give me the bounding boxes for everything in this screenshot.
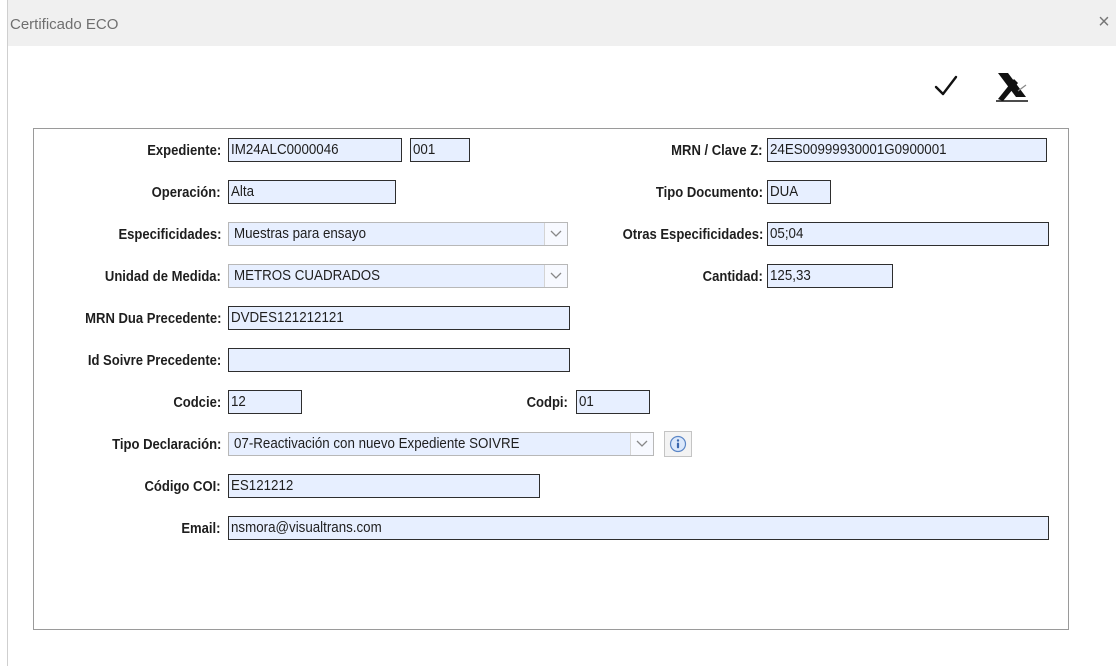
title-bar: Certificado ECO × — [8, 0, 1116, 46]
expediente-input[interactable]: IM24ALC0000046 — [228, 138, 402, 162]
id-soivre-precedente-input[interactable] — [228, 348, 570, 372]
codcie-input[interactable]: 12 — [228, 390, 302, 414]
label-tipo-declaracion: Tipo Declaración: — [111, 437, 221, 453]
label-otras-especificidades: Otras Especificidades: — [622, 227, 763, 243]
cantidad-input[interactable]: 125,33 — [767, 264, 893, 288]
codcie-value: 12 — [231, 394, 246, 410]
expediente-suffix-input[interactable]: 001 — [410, 138, 470, 162]
accept-button[interactable] — [926, 66, 966, 106]
especificidades-select[interactable]: Muestras para ensayo — [228, 222, 568, 246]
tipo-documento-value: DUA — [770, 184, 799, 200]
cancel-button[interactable] — [992, 66, 1032, 106]
window-title: Certificado ECO — [10, 16, 119, 33]
info-icon — [669, 435, 687, 453]
checkmark-icon — [934, 75, 958, 96]
window-border — [7, 0, 8, 666]
mrn-clave-input[interactable]: 24ES00999930001G0900001 — [767, 138, 1047, 162]
label-especificidades: Especificidades: — [118, 227, 221, 243]
expediente-suffix-value: 001 — [413, 142, 436, 158]
otras-especificidades-value: 05;04 — [770, 226, 804, 242]
otras-especificidades-input[interactable]: 05;04 — [767, 222, 1049, 246]
label-codcie: Codcie: — [173, 395, 221, 411]
label-mrn-clave: MRN / Clave Z: — [671, 143, 763, 159]
codigo-coi-value: ES121212 — [231, 478, 294, 494]
close-icon[interactable]: × — [1094, 12, 1114, 32]
codpi-input[interactable]: 01 — [576, 390, 650, 414]
tipo-declaracion-value: 07-Reactivación con nuevo Expediente SOI… — [234, 436, 520, 452]
label-id-soivre-precedente: Id Soivre Precedente: — [87, 353, 221, 369]
tipo-documento-input[interactable]: DUA — [767, 180, 831, 204]
email-input[interactable]: nsmora@visualtrans.com — [228, 516, 1049, 540]
cancel-pen-icon — [996, 73, 1028, 102]
label-operacion: Operación: — [152, 185, 221, 201]
especificidades-value: Muestras para ensayo — [234, 226, 366, 242]
label-codpi: Codpi: — [526, 395, 568, 411]
email-value: nsmora@visualtrans.com — [231, 520, 382, 536]
chevron-down-icon[interactable] — [544, 265, 567, 287]
unidad-medida-value: METROS CUADRADOS — [234, 268, 381, 284]
form-panel — [33, 128, 1069, 630]
label-tipo-documento: Tipo Documento: — [655, 185, 763, 201]
label-email: Email: — [181, 521, 221, 537]
label-cantidad: Cantidad: — [702, 269, 763, 285]
chevron-down-icon[interactable] — [630, 433, 653, 455]
info-button[interactable] — [664, 431, 692, 457]
label-expediente: Expediente: — [147, 143, 221, 159]
codpi-value: 01 — [579, 394, 594, 410]
mrn-dua-precedente-input[interactable]: DVDES121212121 — [228, 306, 570, 330]
chevron-down-icon[interactable] — [544, 223, 567, 245]
expediente-value: IM24ALC0000046 — [231, 142, 339, 158]
mrn-clave-value: 24ES00999930001G0900001 — [770, 142, 947, 158]
codigo-coi-input[interactable]: ES121212 — [228, 474, 540, 498]
unidad-medida-select[interactable]: METROS CUADRADOS — [228, 264, 568, 288]
label-codigo-coi: Código COI: — [144, 479, 221, 495]
cantidad-value: 125,33 — [770, 268, 811, 284]
operacion-input[interactable]: Alta — [228, 180, 396, 204]
mrn-dua-precedente-value: DVDES121212121 — [231, 310, 344, 326]
operacion-value: Alta — [231, 184, 254, 200]
label-mrn-dua-precedente: MRN Dua Precedente: — [84, 311, 221, 327]
tipo-declaracion-select[interactable]: 07-Reactivación con nuevo Expediente SOI… — [228, 432, 654, 456]
label-unidad-medida: Unidad de Medida: — [104, 269, 221, 285]
